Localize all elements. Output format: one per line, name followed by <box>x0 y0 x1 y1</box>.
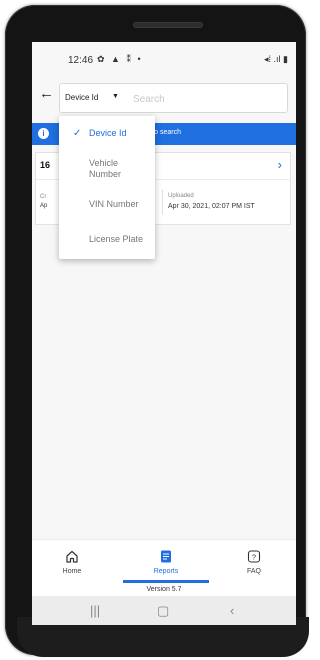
active-tab-indicator <box>123 580 209 583</box>
option-license-plate[interactable]: License Plate <box>89 234 143 245</box>
nav-home-label: Home <box>62 568 82 575</box>
check-icon: ✓ <box>73 128 82 139</box>
version-text: Version 5.7 <box>32 584 296 596</box>
back-nav-icon[interactable]: ‹ <box>230 603 234 618</box>
status-bar: 12:46 ✿ ▲ ⁑ • ◂⁞ .ıl ▮ <box>32 42 296 72</box>
home-icon <box>66 550 78 563</box>
phone-frame: 12:46 ✿ ▲ ⁑ • ◂⁞ .ıl ▮ ← Device Id ▼ i a… <box>5 5 309 657</box>
option-vehicle-number[interactable]: Vehicle Number <box>89 158 139 180</box>
card-uploaded-label: Uploaded <box>168 193 194 199</box>
search-type-select[interactable]: Device Id <box>65 93 98 102</box>
nav-home[interactable]: Home <box>42 540 102 575</box>
app-screen: 12:46 ✿ ▲ ⁑ • ◂⁞ .ıl ▮ ← Device Id ▼ i a… <box>32 42 296 625</box>
search-input[interactable] <box>131 89 285 109</box>
recents-icon[interactable]: ||| <box>90 603 100 618</box>
system-navigation-bar: ||| ▢ ‹ <box>32 596 296 625</box>
nav-faq[interactable]: ? FAQ <box>224 540 284 575</box>
system-icons: ◂⁞ .ıl ▮ <box>264 54 288 64</box>
home-button-icon[interactable]: ▢ <box>157 603 169 619</box>
svg-text:?: ? <box>252 553 256 562</box>
chevron-right-icon[interactable]: › <box>278 157 282 172</box>
card-created-label: Cr <box>40 194 47 200</box>
notification-icons: ✿ ▲ ⁑ • <box>97 54 143 64</box>
reports-icon <box>161 550 171 563</box>
card-uploaded-value: Apr 30, 2021, 02:07 PM IST <box>168 203 255 210</box>
card-device-id: 16 <box>40 160 51 170</box>
faq-icon: ? <box>247 550 261 563</box>
option-vin-number[interactable]: VIN Number <box>89 199 139 210</box>
bottom-navigation: Home Reports ? FAQ <box>32 539 296 585</box>
nav-reports[interactable]: Reports <box>136 540 196 575</box>
back-arrow-icon[interactable]: ← <box>39 86 54 101</box>
card-created-value: Ap <box>40 203 48 209</box>
info-icon: i <box>38 128 49 139</box>
card-column-divider <box>162 189 163 215</box>
status-time: 12:46 <box>68 55 94 66</box>
search-type-dropdown: ✓ Device Id Vehicle Number VIN Number Li… <box>59 116 155 259</box>
nav-reports-label: Reports <box>153 568 179 575</box>
caret-down-icon[interactable]: ▼ <box>112 93 119 100</box>
search-bar: Device Id ▼ <box>59 83 288 113</box>
nav-faq-label: FAQ <box>246 568 261 575</box>
speaker-grille <box>134 23 202 27</box>
option-device-id[interactable]: Device Id <box>89 128 127 139</box>
